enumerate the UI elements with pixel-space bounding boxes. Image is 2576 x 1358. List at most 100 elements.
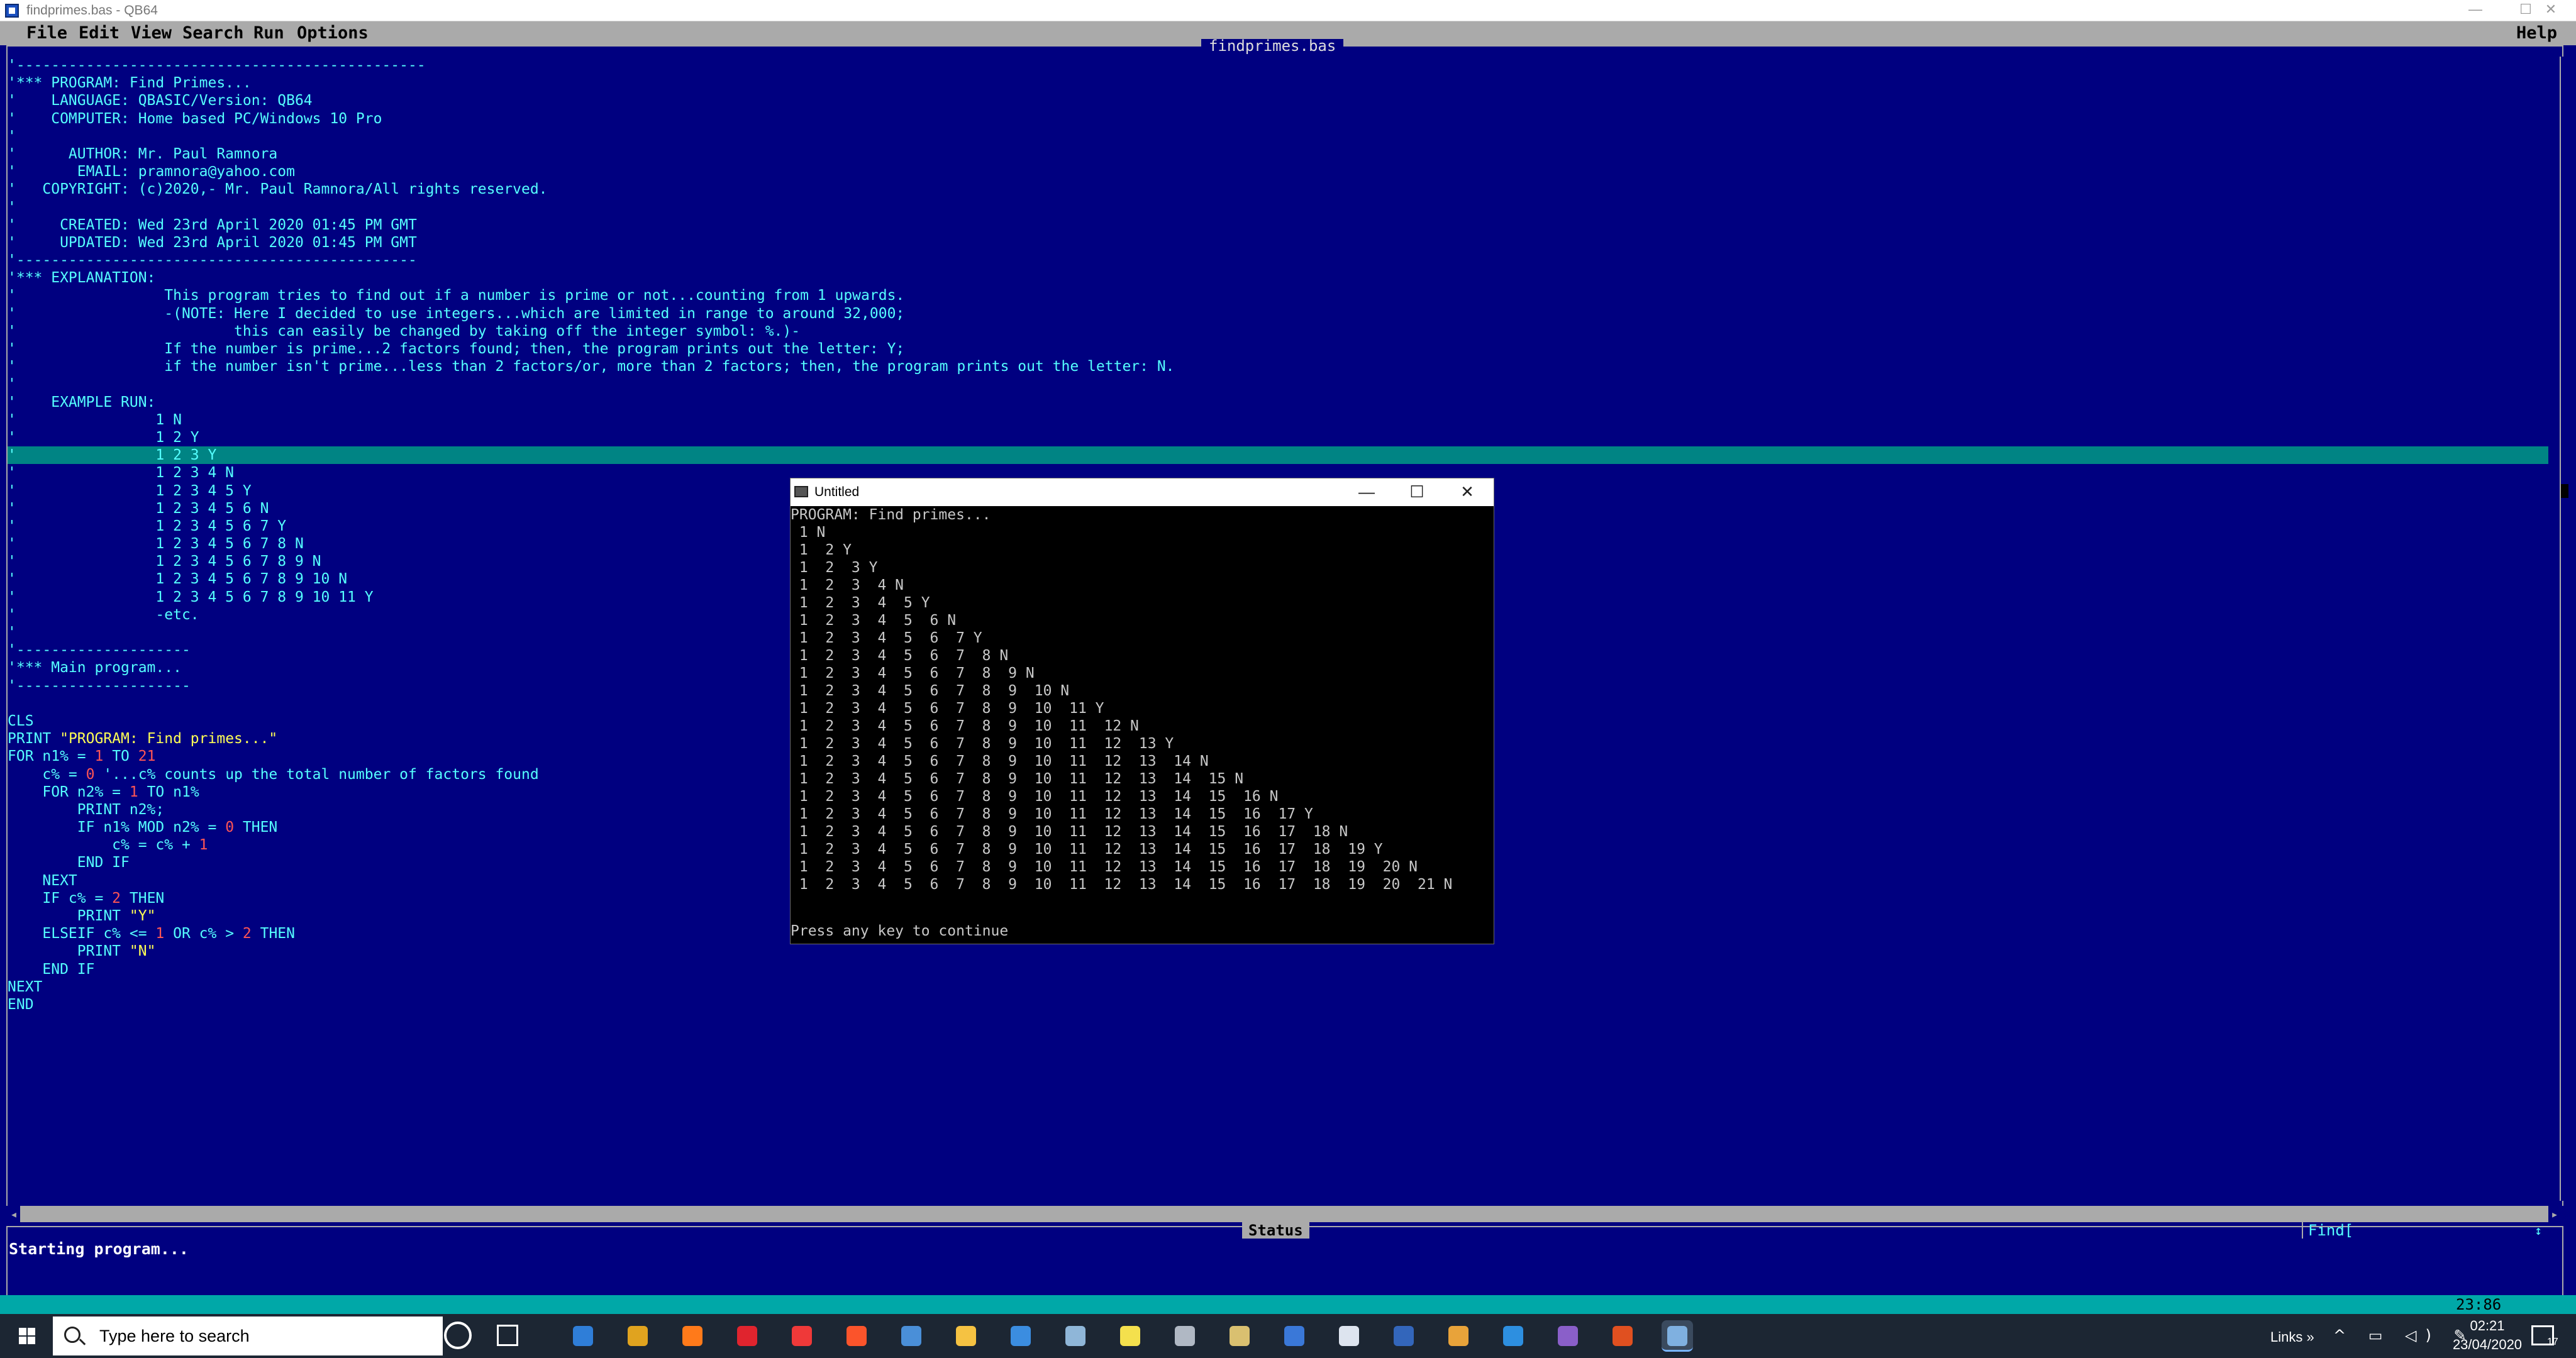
code-line[interactable]: ' 1 N xyxy=(8,411,2548,429)
code-line[interactable]: ' this can easily be changed by taking o… xyxy=(8,323,2548,340)
code-token: ' 1 2 3 4 N xyxy=(8,465,235,482)
menu-edit[interactable]: Edit xyxy=(79,21,119,45)
firefox-icon[interactable] xyxy=(677,1320,708,1352)
code-line[interactable]: ' 1 2 3 Y xyxy=(8,446,2548,465)
menu-search[interactable]: Search xyxy=(182,21,244,45)
vertical-scrollbar[interactable] xyxy=(2560,57,2568,1201)
console-line: 1 2 3 4 5 6 7 8 9 10 11 12 13 14 N xyxy=(791,753,1209,770)
code-token: '*** PROGRAM: Find Primes... xyxy=(8,75,252,92)
code-token: PRINT xyxy=(8,731,60,748)
scroll-right-arrow-icon[interactable]: ▸ xyxy=(2548,1206,2561,1222)
code-line[interactable]: ' If the number is prime...2 factors fou… xyxy=(8,340,2548,358)
console-title-bar[interactable]: Untitled — ☐ ✕ xyxy=(791,478,1494,506)
task-view-icon[interactable] xyxy=(497,1325,518,1346)
qb64-app-glyph xyxy=(1284,1326,1304,1346)
console-maximize-button[interactable]: ☐ xyxy=(1392,478,1442,506)
console-line: 1 2 3 Y xyxy=(791,560,878,576)
find-toggle[interactable]: ↕ xyxy=(2534,1222,2542,1239)
code-line[interactable]: END IF xyxy=(8,961,2548,978)
document-icon[interactable] xyxy=(1333,1320,1365,1352)
cortana-icon[interactable] xyxy=(444,1322,472,1349)
code-token: ' 1 2 3 Y xyxy=(8,447,217,464)
document-glyph xyxy=(1339,1326,1359,1346)
code-line[interactable]: ' UPDATED: Wed 23rd April 2020 01:45 PM … xyxy=(8,234,2548,251)
code-token: ' 1 2 3 4 5 6 7 8 9 10 N xyxy=(8,571,348,588)
code-line[interactable]: '*** EXPLANATION: xyxy=(8,269,2548,287)
code-token: 1 xyxy=(94,748,104,765)
code-line[interactable]: PRINT "N" xyxy=(8,942,2548,960)
status-label: Status xyxy=(1242,1222,1309,1239)
console-line: 1 2 3 4 5 Y xyxy=(791,595,930,611)
brave-icon[interactable] xyxy=(841,1320,872,1352)
code-line[interactable]: ' COMPUTER: Home based PC/Windows 10 Pro xyxy=(8,110,2548,128)
settings-icon[interactable] xyxy=(1169,1320,1201,1352)
links-toolbar[interactable]: Links » xyxy=(2270,1329,2314,1345)
code-line[interactable]: ' xyxy=(8,375,2548,393)
start-button[interactable] xyxy=(0,1314,53,1358)
clock-date[interactable]: 23/04/2020 xyxy=(2440,1337,2534,1353)
menu-view[interactable]: View xyxy=(131,21,172,45)
taskbar-search-box[interactable]: Type here to search xyxy=(53,1317,443,1355)
close-button[interactable]: ✕ xyxy=(2526,0,2576,21)
code-token: ' LANGUAGE: QBASIC/Version: QB64 xyxy=(8,92,313,109)
code-line[interactable]: ' xyxy=(8,199,2548,216)
store-icon[interactable] xyxy=(896,1320,927,1352)
code-token: CLS xyxy=(8,712,34,729)
scrollbar-thumb[interactable] xyxy=(2561,484,2568,498)
clock-time[interactable]: 02:21 xyxy=(2453,1318,2522,1334)
menu-file[interactable]: File xyxy=(26,21,67,45)
code-line[interactable]: ' COPYRIGHT: (c)2020,- Mr. Paul Ramnora/… xyxy=(8,180,2548,198)
opera-icon[interactable] xyxy=(731,1320,763,1352)
tools-icon[interactable] xyxy=(1607,1320,1638,1352)
scroll-left-arrow-icon[interactable]: ◂ xyxy=(8,1206,20,1222)
edge-icon[interactable] xyxy=(567,1320,599,1352)
console-line: 1 2 3 4 5 6 7 8 9 N xyxy=(791,665,1035,682)
vscode-icon[interactable] xyxy=(1497,1320,1529,1352)
mail-icon[interactable] xyxy=(1005,1320,1036,1352)
powershell-icon[interactable] xyxy=(1388,1320,1419,1352)
console-app-icon[interactable] xyxy=(1662,1320,1693,1352)
console-minimize-button[interactable]: — xyxy=(1341,478,1392,506)
minimize-button[interactable]: — xyxy=(2450,0,2501,21)
code-line[interactable]: '---------------------------------------… xyxy=(8,251,2548,269)
code-line[interactable]: '---------------------------------------… xyxy=(8,57,2548,74)
code-line[interactable]: NEXT xyxy=(8,978,2548,996)
code-token: ' COMPUTER: Home based PC/Windows 10 Pro xyxy=(8,110,382,127)
console-line: 1 2 3 4 5 6 7 8 9 10 11 12 13 14 15 16 N xyxy=(791,788,1279,805)
code-line[interactable]: ' AUTHOR: Mr. Paul Ramnora xyxy=(8,145,2548,163)
code-line[interactable]: ' 1 2 Y xyxy=(8,429,2548,446)
code-token: 1 xyxy=(129,783,138,800)
code-token: IF c% = xyxy=(8,890,113,907)
winamp-icon[interactable] xyxy=(1224,1320,1255,1352)
find-field[interactable]: Find[ xyxy=(2302,1222,2358,1239)
paint-icon[interactable] xyxy=(1443,1320,1474,1352)
visual-studio-glyph xyxy=(1558,1326,1578,1346)
code-token: "N" xyxy=(129,943,156,960)
code-line[interactable]: ' LANGUAGE: QBASIC/Version: QB64 xyxy=(8,92,2548,109)
sticky-notes-icon[interactable] xyxy=(1114,1320,1146,1352)
code-line[interactable]: ' EXAMPLE RUN: xyxy=(8,394,2548,411)
vivaldi-icon[interactable] xyxy=(786,1320,818,1352)
chrome-icon[interactable] xyxy=(622,1320,653,1352)
console-close-button[interactable]: ✕ xyxy=(1442,478,1492,506)
notepad-icon[interactable] xyxy=(1060,1320,1091,1352)
visual-studio-icon[interactable] xyxy=(1552,1320,1584,1352)
code-token: 0 xyxy=(225,819,235,836)
console-window[interactable]: Untitled — ☐ ✕ PROGRAM: Find primes... 1… xyxy=(790,478,1494,944)
code-line[interactable]: ' This program tries to find out if a nu… xyxy=(8,287,2548,304)
code-line[interactable]: ' xyxy=(8,128,2548,145)
horizontal-scrollbar[interactable]: ◂ ▸ xyxy=(8,1206,2561,1222)
menu-run[interactable]: Run xyxy=(253,21,284,45)
code-line[interactable]: ' -(NOTE: Here I decided to use integers… xyxy=(8,305,2548,323)
code-line[interactable]: ' EMAIL: pramnora@yahoo.com xyxy=(8,163,2548,180)
code-line[interactable]: '*** PROGRAM: Find Primes... xyxy=(8,74,2548,92)
qb64-app-icon[interactable] xyxy=(1279,1320,1310,1352)
menu-help[interactable]: Help xyxy=(2516,21,2557,45)
code-line[interactable]: ' if the number isn't prime...less than … xyxy=(8,358,2548,375)
code-line[interactable]: ' CREATED: Wed 23rd April 2020 01:45 PM … xyxy=(8,216,2548,234)
links-chevron-icon[interactable]: » xyxy=(2306,1329,2314,1345)
code-line[interactable]: END xyxy=(8,996,2548,1013)
links-label: Links xyxy=(2270,1329,2303,1345)
menu-options[interactable]: Options xyxy=(297,21,369,45)
file-explorer-icon[interactable] xyxy=(950,1320,982,1352)
